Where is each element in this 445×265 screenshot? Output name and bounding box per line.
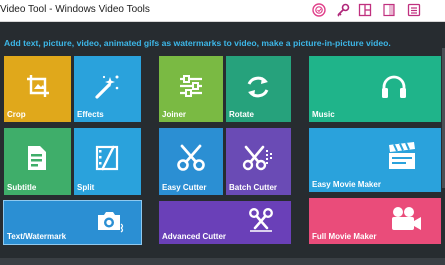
batch-cutter-label: Batch Cutter [229,183,278,192]
film-split-icon [94,144,120,172]
registration-badge-icon[interactable] [311,2,327,18]
full-movie-maker-label: Full Movie Maker [312,232,377,241]
batch-scissors-icon [242,144,274,172]
document-icon [25,144,49,172]
status-strip [0,258,445,265]
music-label: Music [312,110,335,119]
layout-icon[interactable] [357,2,373,18]
text-watermark-tile[interactable]: Text/Watermark [3,200,142,245]
joiner-tile[interactable]: Joiner [159,56,223,122]
pin-icon[interactable] [381,2,397,18]
camera-icon [96,210,126,234]
crop-label: Crop [7,110,26,119]
menu-icon[interactable] [406,2,422,18]
music-tile[interactable]: Music [309,56,441,122]
rotate-icon [244,73,272,101]
easy-cutter-label: Easy Cutter [162,183,207,192]
subtitle-tile[interactable]: Subtitle [4,128,71,195]
full-movie-maker-tile[interactable]: Full Movie Maker [309,198,441,244]
crop-icon [25,73,51,99]
title-bar: Video Tool - Windows Video Tools [0,0,445,22]
key-icon[interactable] [335,2,351,18]
crop-tile[interactable]: Crop [4,56,71,122]
split-label: Split [77,183,95,192]
rotate-tile[interactable]: Rotate [226,56,291,122]
advanced-cutter-label: Advanced Cutter [162,232,227,241]
advanced-cutter-tile[interactable]: Advanced Cutter [159,201,291,244]
equalizer-icon [177,74,205,98]
scissors-icon [176,143,206,173]
clapperboard-icon [386,141,418,171]
magic-wand-icon [93,73,121,101]
description-banner: Add text, picture, video, animated gifs … [4,38,391,48]
split-tile[interactable]: Split [74,128,141,195]
effects-label: Effects [77,110,104,119]
movie-camera-icon [389,205,423,233]
text-watermark-label: Text/Watermark [7,232,67,241]
effects-tile[interactable]: Effects [74,56,141,122]
easy-movie-maker-label: Easy Movie Maker [312,180,381,189]
rotate-label: Rotate [229,110,254,119]
easy-cutter-tile[interactable]: Easy Cutter [159,128,223,195]
batch-cutter-tile[interactable]: Batch Cutter [226,128,291,195]
advanced-scissors-icon [247,207,275,233]
easy-movie-maker-tile[interactable]: Easy Movie Maker [309,128,441,192]
joiner-label: Joiner [162,110,187,119]
headphones-icon [380,74,408,100]
subtitle-label: Subtitle [7,183,37,192]
window-title: Video Tool - Windows Video Tools [0,4,150,15]
